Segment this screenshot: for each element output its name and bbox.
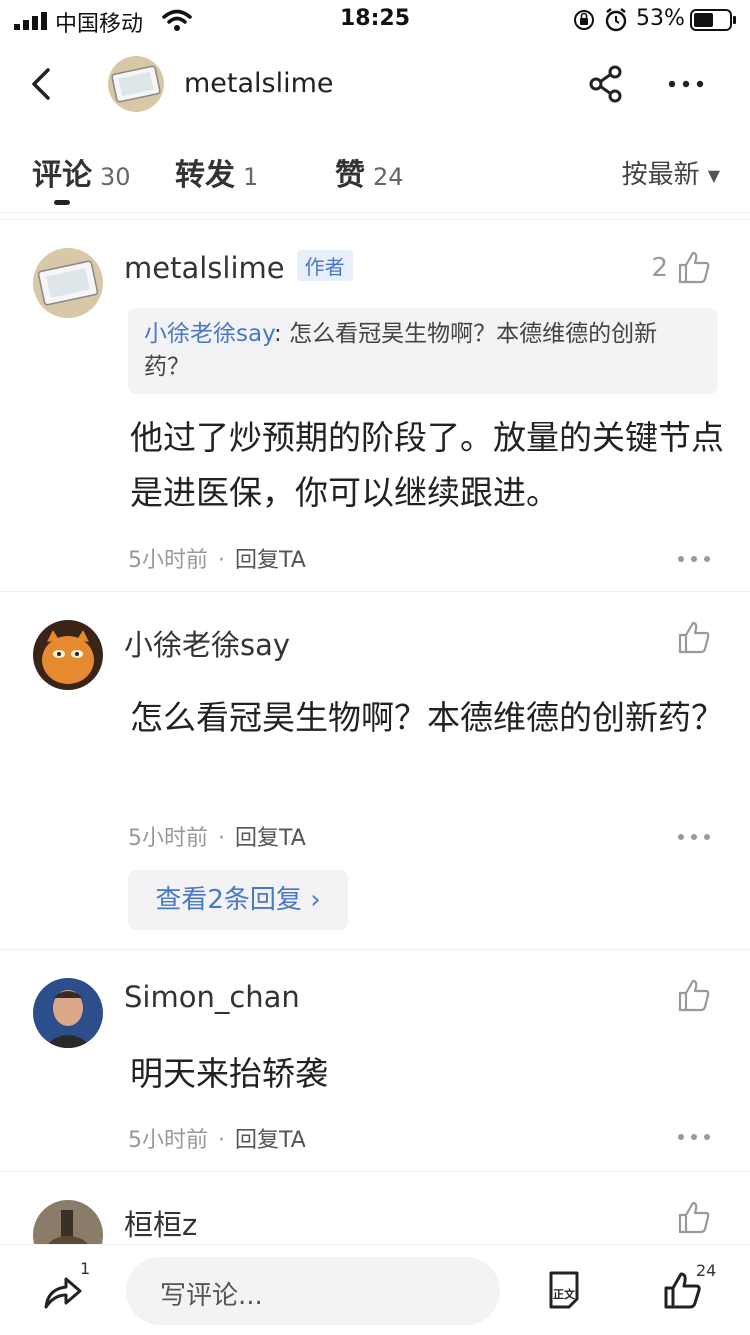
comment-body: 怎么看冠昊生物啊？本德维德的创新药？ [130, 698, 724, 737]
thumbs-up-icon [678, 251, 710, 284]
chevron-right-icon: › [301, 885, 321, 915]
tab-count: 24 [373, 163, 404, 191]
comment-meta: 5小时前 · 回复TA [128, 826, 306, 851]
tab-comments[interactable]: 评论 30 [32, 150, 131, 194]
comment-item: metalslime 作者 2 小徐老徐say: 怎么看冠昊生物啊？本德维德的创新… [0, 220, 750, 590]
comment-meta: 5小时前 · 回复TA [128, 1128, 306, 1153]
sort-dropdown[interactable]: 按最新 ▼ [622, 154, 720, 191]
rotation-lock-icon [574, 10, 594, 30]
avatar-image [33, 248, 103, 318]
avatar-image [33, 1200, 103, 1244]
like-button[interactable] [676, 1200, 712, 1236]
comment-username[interactable]: Simon_chan [124, 980, 300, 1014]
battery-percent: 53% [636, 6, 685, 31]
tab-count: 1 [243, 163, 259, 191]
more-icon[interactable] [666, 64, 706, 104]
reply-button[interactable]: 回复TA [235, 548, 306, 573]
avatar[interactable] [33, 620, 103, 690]
more-icon[interactable] [676, 832, 712, 842]
thumbs-up-icon [678, 1201, 710, 1234]
more-icon[interactable] [676, 554, 712, 564]
avatar-image [108, 56, 164, 112]
avatar[interactable] [33, 248, 103, 318]
comment-meta: 5小时前 · 回复TA [128, 548, 306, 573]
view-replies-button[interactable]: 查看2条回复 › [128, 870, 348, 930]
tab-likes[interactable]: 赞 24 [335, 150, 404, 194]
tab-indicator [54, 200, 70, 205]
comment-username[interactable]: metalslime 作者 [124, 250, 353, 285]
header-username[interactable]: metalslime [184, 68, 334, 99]
battery-icon [690, 9, 736, 31]
thumbs-up-icon [678, 621, 710, 654]
comment-time: 5小时前 [128, 548, 208, 573]
username-text: metalslime [124, 251, 285, 285]
comment-item: Simon_chan 明天来抬轿袭 5小时前 · 回复TA [0, 950, 750, 1170]
author-badge: 作者 [296, 250, 353, 281]
tab-label: 转发 [175, 158, 235, 193]
comment-item: 小徐老徐say 怎么看冠昊生物啊？本德维德的创新药？ 5小时前 · 回复TA 查看2… [0, 592, 750, 948]
quoted-comment[interactable]: 小徐老徐say: 怎么看冠昊生物啊？本德维德的创新药？ [128, 308, 718, 394]
comment-time: 5小时前 [128, 826, 208, 851]
comment-time: 5小时前 [128, 1128, 208, 1153]
avatar[interactable] [108, 56, 164, 112]
view-replies-label: 查看2条回复 [155, 885, 302, 915]
tab-bar: 评论 30 转发 1 赞 24 按最新 ▼ [0, 130, 750, 213]
comment-input[interactable]: 写评论... [126, 1257, 500, 1325]
avatar-image [33, 620, 103, 690]
share-icon[interactable] [586, 64, 626, 104]
comment-username[interactable]: 桓桓z [124, 1202, 197, 1244]
svg-text:正文: 正文 [553, 1287, 576, 1301]
quote-username[interactable]: 小徐老徐say [144, 321, 274, 347]
sort-label: 按最新 [621, 160, 700, 190]
like-button[interactable] [676, 978, 712, 1014]
status-bar: 中国移动 18:25 53% [0, 0, 750, 40]
like-button[interactable]: 2 [651, 250, 712, 286]
tab-reposts[interactable]: 转发 1 [175, 150, 258, 194]
reply-button[interactable]: 回复TA [235, 826, 306, 851]
comment-body: 他过了炒预期的阶段了。放量的关键节点是进医保，你可以继续跟进。 [130, 418, 724, 512]
tab-label: 评论 [32, 158, 92, 193]
tab-count: 30 [100, 163, 131, 191]
comment-username[interactable]: 小徐老徐say [124, 622, 290, 664]
avatar[interactable] [33, 1200, 103, 1244]
repost-icon[interactable] [40, 1269, 84, 1313]
avatar[interactable] [33, 978, 103, 1048]
caret-down-icon: ▼ [707, 166, 720, 185]
comment-body: 明天来抬轿袭 [130, 1054, 328, 1093]
reply-button[interactable]: 回复TA [235, 1128, 306, 1153]
more-icon[interactable] [676, 1132, 712, 1142]
comment-item: 桓桓z [0, 1172, 750, 1244]
comment-input-placeholder: 写评论... [160, 1281, 263, 1311]
back-icon[interactable] [22, 64, 62, 104]
nav-header: metalslime [0, 40, 750, 130]
like-count: 2 [651, 253, 668, 283]
alarm-icon [605, 8, 627, 32]
tab-label: 赞 [335, 158, 365, 193]
like-button[interactable] [676, 620, 712, 656]
thumbs-up-icon [678, 979, 710, 1012]
avatar-image [33, 978, 103, 1048]
article-icon[interactable]: 正文 [545, 1271, 583, 1309]
like-count: 24 [696, 1261, 717, 1280]
bottom-bar: 1 写评论... 正文 24 [0, 1244, 750, 1335]
repost-count: 1 [80, 1259, 91, 1278]
